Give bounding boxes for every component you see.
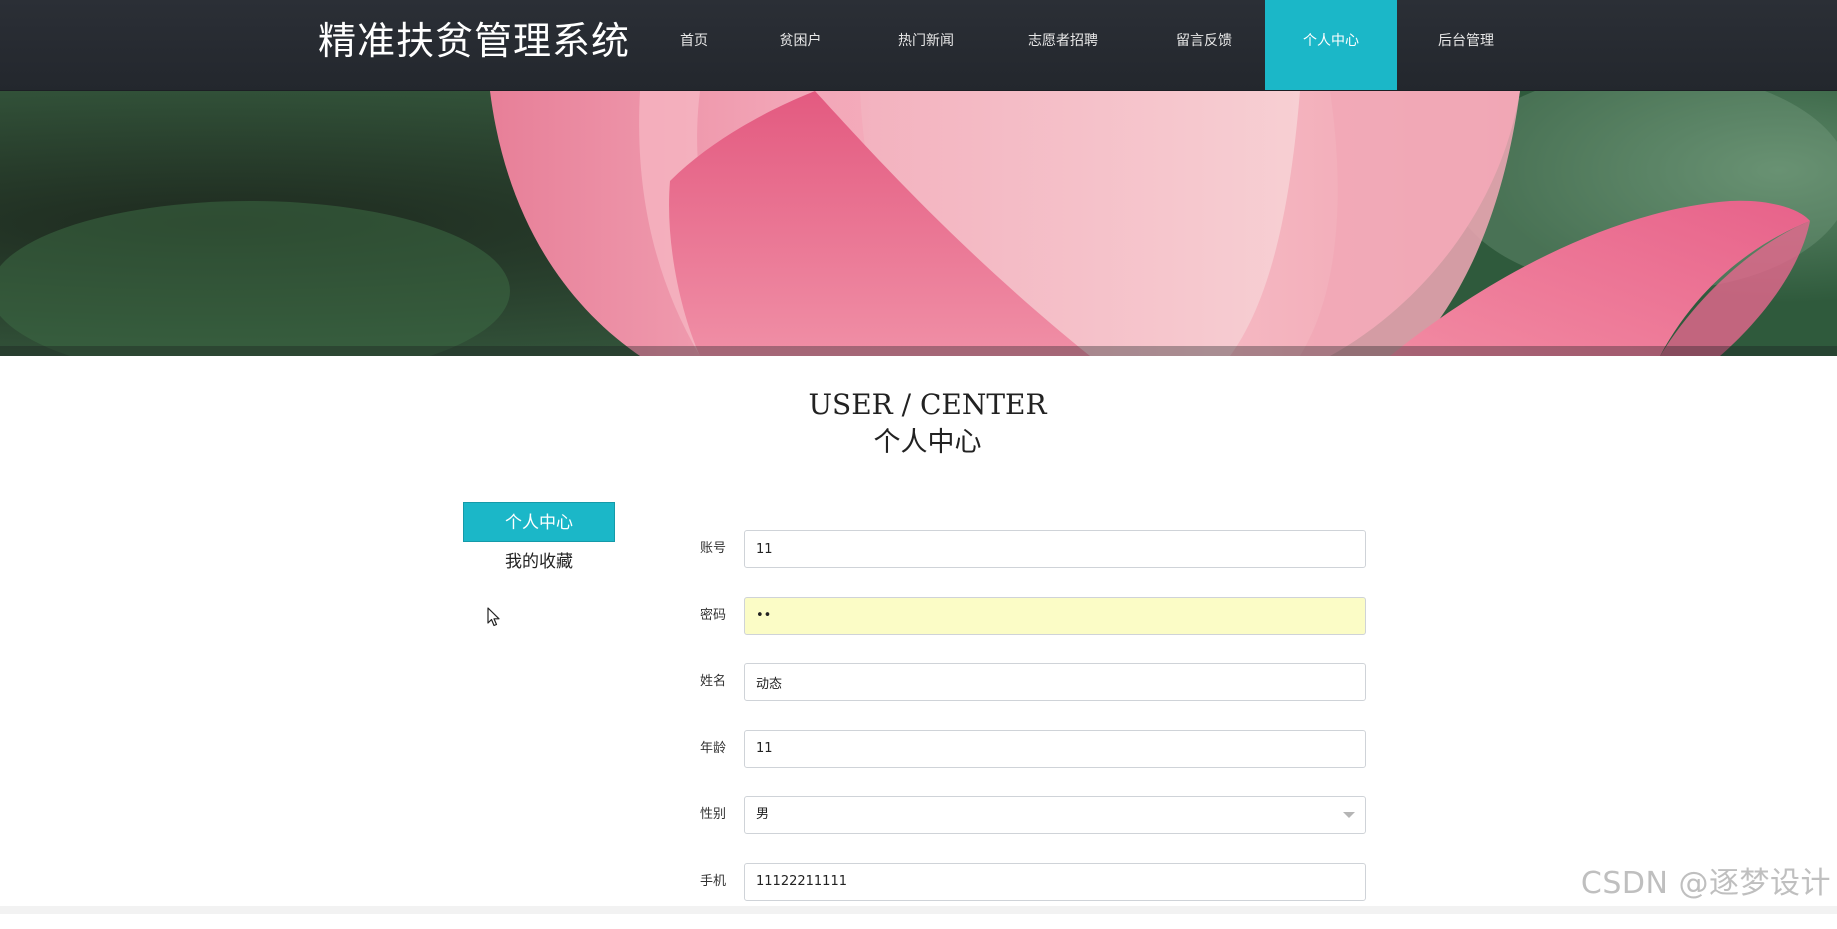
nav-item-feedback[interactable]: 留言反馈 xyxy=(1143,0,1265,90)
chevron-down-icon xyxy=(1343,812,1355,818)
age-label: 年龄 xyxy=(700,740,727,756)
page-bottom-strip xyxy=(0,906,1837,914)
name-input[interactable] xyxy=(744,663,1366,701)
page-heading-chinese: 个人中心 xyxy=(873,427,982,458)
banner-image-lotus xyxy=(0,91,1837,356)
phone-label: 手机 xyxy=(700,873,727,889)
main-nav: 首页 贫困户 热门新闻 志愿者招聘 留言反馈 个人中心 后台管理 xyxy=(656,0,1535,90)
age-input[interactable] xyxy=(744,729,1366,768)
top-navigation-bar: 精准扶贫管理系统 首页 贫困户 热门新闻 志愿者招聘 留言反馈 个人中心 后台管… xyxy=(0,0,1837,91)
account-input[interactable] xyxy=(744,530,1366,568)
nav-item-poor-households[interactable]: 贫困户 xyxy=(732,0,869,90)
side-menu-item-user-center[interactable]: 个人中心 xyxy=(463,502,615,542)
site-title: 精准扶贫管理系统 xyxy=(318,19,631,63)
lotus-banner-illustration xyxy=(0,91,1837,356)
mouse-pointer-icon xyxy=(487,607,500,627)
gender-label: 性别 xyxy=(700,807,727,822)
side-menu-item-my-favorites[interactable]: 我的收藏 xyxy=(463,542,615,582)
nav-item-user-center[interactable]: 个人中心 xyxy=(1265,0,1397,90)
password-label: 密码 xyxy=(700,607,727,623)
side-menu: 个人中心 我的收藏 xyxy=(463,502,615,582)
nav-item-volunteer-recruitment[interactable]: 志愿者招聘 xyxy=(983,0,1143,90)
phone-input[interactable] xyxy=(744,862,1366,901)
password-input[interactable] xyxy=(744,596,1366,635)
gender-select-value: 男 xyxy=(756,807,770,822)
nav-item-hot-news[interactable]: 热门新闻 xyxy=(869,0,983,90)
name-label: 姓名 xyxy=(700,674,727,689)
nav-item-admin[interactable]: 后台管理 xyxy=(1397,0,1535,90)
account-label: 账号 xyxy=(700,541,727,556)
gender-select[interactable]: 男 xyxy=(744,796,1366,834)
watermark-text: CSDN @逐梦设计 xyxy=(1580,866,1831,901)
nav-item-home[interactable]: 首页 xyxy=(656,0,732,90)
page-heading-english: USER / CENTER xyxy=(808,388,1047,421)
